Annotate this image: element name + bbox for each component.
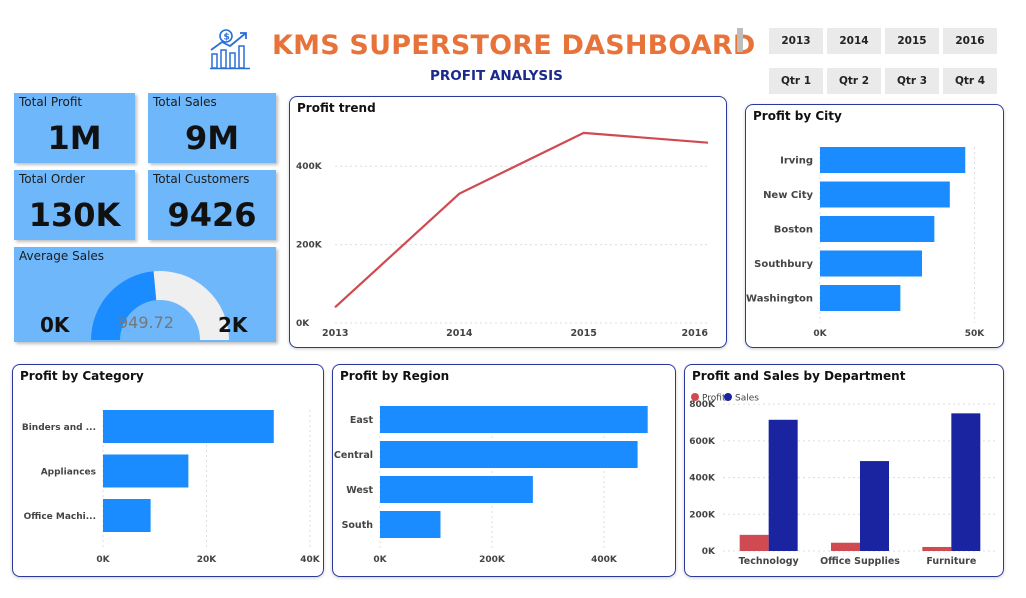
bar <box>103 454 189 488</box>
legend-label: Sales <box>735 394 759 404</box>
x-tick-label: 20K <box>197 555 218 565</box>
bar <box>820 285 901 311</box>
average-sales-gauge-card: Average Sales 0K 949.72 2K <box>14 247 276 342</box>
slicer-divider <box>737 28 743 52</box>
profit-bar <box>831 542 860 551</box>
kpi-label: Total Customers <box>153 172 250 186</box>
x-tick-label: 50K <box>965 329 986 339</box>
kpi-label: Total Sales <box>153 95 217 109</box>
dashboard-title: KMS SUPERSTORE DASHBOARD <box>272 30 756 61</box>
profit-by-category-chart: 0K 20K 40K Binders and ... Appliances Office … <box>22 410 321 565</box>
profit-bar <box>739 534 769 551</box>
category-label: Appliances <box>41 468 96 478</box>
bar <box>820 147 966 173</box>
x-tick-label: 0K <box>813 329 827 339</box>
kpi-total-profit: Total Profit 1M <box>14 93 135 163</box>
gauge-max-label: 2K <box>218 313 248 337</box>
x-tick-label: 2013 <box>322 328 348 339</box>
growth-chart-dollar-icon: $ <box>208 28 254 70</box>
bar <box>103 410 274 443</box>
sales-bar <box>860 461 889 551</box>
x-tick-label: Furniture <box>926 556 976 567</box>
sales-bar <box>951 413 981 551</box>
x-tick-label: Office Supplies <box>820 556 900 567</box>
bar <box>820 250 922 277</box>
y-tick-label: 600K <box>689 437 716 447</box>
profit-trend-chart: 0K 200K 400K 2013 2014 2015 2016 <box>296 131 709 339</box>
gauge-min-label: 0K <box>40 313 70 337</box>
slicer-qtr-4[interactable]: Qtr 4 <box>943 68 997 94</box>
bar <box>380 441 638 468</box>
x-tick-label: 2014 <box>446 328 473 339</box>
category-label: Office Machi... <box>24 512 96 522</box>
y-tick-label: 0K <box>702 547 716 557</box>
slicer-qtr-1[interactable]: Qtr 1 <box>769 68 823 94</box>
x-tick-label: 2015 <box>570 328 596 339</box>
category-label: Southbury <box>754 259 813 270</box>
category-label: Central <box>334 450 373 461</box>
x-tick-label: 0K <box>373 555 387 565</box>
bar <box>820 216 935 242</box>
x-tick-label: 2016 <box>682 328 709 339</box>
category-label: New City <box>763 190 813 201</box>
kpi-label: Total Profit <box>19 95 83 109</box>
x-tick-label: 200K <box>479 555 506 565</box>
x-tick-label: Technology <box>739 556 800 567</box>
category-label: Boston <box>774 225 813 236</box>
kpi-value: 9M <box>184 119 240 157</box>
kpi-value: 1M <box>47 119 102 157</box>
profit-sales-by-department-chart: 0K200K400K600K800KProfit SalesTechnology O… <box>689 393 997 567</box>
y-tick-label: 400K <box>296 162 323 172</box>
category-label: Binders and ... <box>22 423 96 433</box>
category-label: Washington <box>746 294 813 305</box>
category-label: East <box>350 415 374 426</box>
profit-by-category-panel: Profit by Category 0K 20K 40K Binders and .… <box>12 364 324 577</box>
profit-sales-by-department-panel: Profit and Sales by Department 0K 200K 400… <box>684 364 1004 577</box>
svg-text:$: $ <box>224 33 230 43</box>
kpi-total-order: Total Order 130K <box>14 170 135 240</box>
gauge-value: 949.72 <box>118 313 174 332</box>
sales-bar <box>768 419 798 551</box>
kpi-total-customers: Total Customers 9426 <box>148 170 276 240</box>
slicer-year-2014[interactable]: 2014 <box>827 28 881 54</box>
profit-by-region-chart: 0K 200K 400K East Central West South <box>334 406 648 565</box>
slicer-qtr-2[interactable]: Qtr 2 <box>827 68 881 94</box>
bar <box>103 499 151 532</box>
y-tick-label: 0K <box>296 319 310 329</box>
profit-bar <box>922 546 952 551</box>
y-tick-label: 400K <box>689 474 716 484</box>
slicer-year-2013[interactable]: 2013 <box>769 28 823 54</box>
legend-label: Profit <box>702 394 726 404</box>
category-label: South <box>342 520 374 531</box>
slicer-qtr-3[interactable]: Qtr 3 <box>885 68 939 94</box>
bar <box>820 181 950 208</box>
profit-by-city-panel: Profit by City 0K 50K Irving New City Boston… <box>745 104 1004 348</box>
kpi-value: 130K <box>28 196 121 234</box>
kpi-label: Total Order <box>19 172 85 186</box>
category-label: Irving <box>780 156 813 167</box>
slicer-year-2016[interactable]: 2016 <box>943 28 997 54</box>
profit-trend-line <box>334 131 709 309</box>
y-tick-label: 200K <box>689 510 716 520</box>
profit-trend-panel: Profit trend 0K 200K 400K 2013 2014 2015 2016 <box>289 96 727 348</box>
slicer-year-2015[interactable]: 2015 <box>885 28 939 54</box>
kpi-value: 9426 <box>167 196 257 234</box>
x-tick-label: 40K <box>300 555 321 565</box>
legend-marker <box>691 393 699 401</box>
profit-by-city-chart: 0K 50K Irving New City Boston Southbury Washin… <box>746 147 986 339</box>
category-label: West <box>346 485 373 496</box>
x-tick-label: 0K <box>96 555 110 565</box>
kpi-total-sales: Total Sales 9M <box>148 93 276 163</box>
bar <box>380 511 441 538</box>
y-tick-label: 200K <box>296 241 323 251</box>
legend-marker <box>724 393 732 401</box>
x-tick-label: 400K <box>591 555 618 565</box>
dashboard-subtitle: PROFIT ANALYSIS <box>430 68 563 84</box>
bar <box>380 406 648 433</box>
bar <box>380 476 533 503</box>
profit-by-region-panel: Profit by Region 0K 200K 400K East Central We… <box>332 364 676 577</box>
